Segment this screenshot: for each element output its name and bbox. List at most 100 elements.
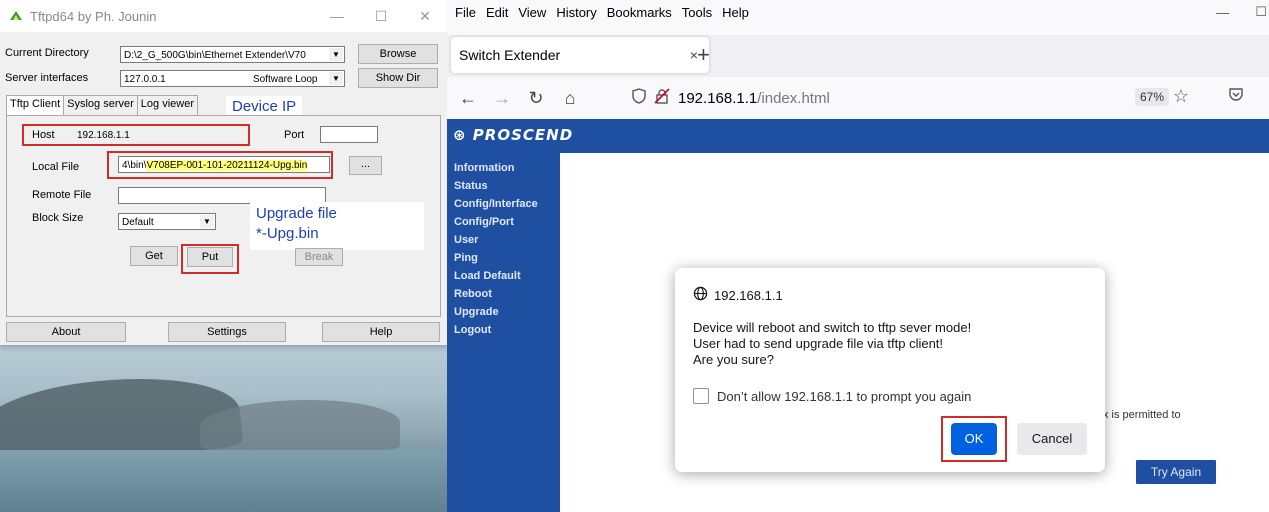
url-path: /index.html bbox=[757, 89, 830, 107]
remote-file-label: Remote File bbox=[32, 189, 92, 201]
dialog-origin: 192.168.1.1 bbox=[714, 287, 783, 303]
dialog-message-line: Device will reboot and switch to tftp se… bbox=[693, 320, 972, 335]
ok-button[interactable]: OK bbox=[951, 423, 997, 455]
nav-upgrade[interactable]: Upgrade bbox=[454, 303, 560, 321]
close-button[interactable]: ✕ bbox=[403, 8, 447, 25]
current-directory-select[interactable]: D:\2_G_500G\bin\Ethernet Extender\V70 ▼ bbox=[120, 46, 345, 63]
dont-allow-label: Don’t allow 192.168.1.1 to prompt you ag… bbox=[717, 388, 972, 404]
host-label: Host bbox=[32, 129, 55, 141]
tftp-title: Tftpd64 by Ph. Jounin bbox=[30, 8, 157, 24]
nav-config-port[interactable]: Config/Port bbox=[454, 213, 560, 231]
pocket-icon[interactable] bbox=[1228, 86, 1244, 107]
try-again-button[interactable]: Try Again bbox=[1136, 460, 1216, 484]
globe-icon bbox=[693, 286, 708, 304]
server-interfaces-value: 127.0.0.1 bbox=[124, 74, 166, 85]
nav-config-interface[interactable]: Config/Interface bbox=[454, 195, 560, 213]
block-size-value: Default bbox=[122, 217, 154, 228]
tftpd64-window: Tftpd64 by Ph. Jounin — ☐ ✕ Current Dire… bbox=[0, 0, 448, 345]
local-file-label: Local File bbox=[32, 161, 80, 173]
nav-user[interactable]: User bbox=[454, 231, 560, 249]
upgrade-file-annotation-line1: Upgrade file bbox=[256, 205, 337, 222]
reload-icon[interactable]: ↻ bbox=[519, 88, 553, 109]
proscend-logo: ⊛ PROSCEND bbox=[453, 126, 574, 144]
browser-minimize-button[interactable]: — bbox=[1216, 5, 1229, 20]
url-host: 192.168.1.1 bbox=[678, 89, 758, 107]
dont-allow-checkbox-row[interactable]: Don’t allow 192.168.1.1 to prompt you ag… bbox=[693, 388, 971, 404]
browser-maximize-button[interactable]: ☐ bbox=[1255, 4, 1267, 20]
home-icon[interactable]: ⌂ bbox=[553, 88, 587, 109]
dialog-message-line: User had to send upgrade file via tftp c… bbox=[693, 336, 944, 351]
wallpaper-rock bbox=[200, 400, 400, 450]
nav-load-default[interactable]: Load Default bbox=[454, 267, 560, 285]
shield-icon[interactable] bbox=[632, 88, 646, 108]
menu-tools[interactable]: Tools bbox=[682, 5, 712, 20]
new-tab-button[interactable]: + bbox=[697, 42, 710, 68]
tftp-tabs: Tftp Client Syslog server Log viewer bbox=[6, 95, 198, 115]
block-size-select[interactable]: Default ▼ bbox=[118, 213, 216, 230]
menu-view[interactable]: View bbox=[518, 5, 546, 20]
nav-reboot[interactable]: Reboot bbox=[454, 285, 560, 303]
nav-ping[interactable]: Ping bbox=[454, 249, 560, 267]
nav-information[interactable]: Information bbox=[454, 159, 560, 177]
host-input[interactable]: 192.168.1.1 bbox=[74, 127, 248, 144]
url-bar[interactable]: 192.168.1.1/index.html bbox=[632, 83, 1192, 113]
menu-help[interactable]: Help bbox=[722, 5, 749, 20]
current-directory-label: Current Directory bbox=[5, 47, 89, 59]
about-button[interactable]: About bbox=[6, 322, 126, 342]
zoom-indicator[interactable]: 67% bbox=[1134, 88, 1169, 106]
menu-history[interactable]: History bbox=[556, 5, 596, 20]
nav-status[interactable]: Status bbox=[454, 177, 560, 195]
tab-tftp-client[interactable]: Tftp Client bbox=[6, 95, 65, 115]
server-interfaces-note: Software Loop bbox=[253, 74, 318, 85]
tab-title: Switch Extender bbox=[459, 47, 561, 63]
break-button[interactable]: Break bbox=[295, 248, 343, 266]
port-input[interactable] bbox=[320, 126, 378, 143]
desktop-wallpaper bbox=[0, 340, 447, 512]
current-directory-value: D:\2_G_500G\bin\Ethernet Extender\V70 bbox=[124, 50, 306, 61]
get-button[interactable]: Get bbox=[130, 246, 178, 266]
help-button[interactable]: Help bbox=[322, 322, 440, 342]
browse-local-file-button[interactable]: ... bbox=[349, 156, 382, 175]
server-interfaces-select[interactable]: 127.0.0.1 Software Loop ▼ bbox=[120, 70, 345, 87]
firefox-window: File Edit View History Bookmarks Tools H… bbox=[447, 0, 1269, 512]
local-file-prefix: 4\bin\ bbox=[122, 160, 147, 171]
chevron-down-icon: ▼ bbox=[329, 48, 343, 61]
cancel-button[interactable]: Cancel bbox=[1017, 423, 1087, 455]
settings-button[interactable]: Settings bbox=[168, 322, 286, 342]
wallpaper-water bbox=[0, 450, 447, 512]
local-file-input[interactable]: 4\bin\V708EP-001-101-20211124-Upg.bin bbox=[118, 156, 330, 173]
block-size-label: Block Size bbox=[32, 212, 84, 224]
put-button[interactable]: Put bbox=[187, 247, 233, 267]
nav-logout[interactable]: Logout bbox=[454, 321, 560, 339]
tab-syslog-server[interactable]: Syslog server bbox=[63, 95, 138, 115]
browser-menubar: File Edit View History Bookmarks Tools H… bbox=[447, 0, 1269, 24]
bookmark-star-icon[interactable]: ☆ bbox=[1173, 86, 1189, 107]
maximize-button[interactable]: ☐ bbox=[359, 8, 403, 25]
upgrade-file-annotation: Upgrade file *-Upg.bin bbox=[250, 202, 424, 250]
device-ip-annotation: Device IP bbox=[226, 96, 303, 117]
site-sidebar: Information Status Config/Interface Conf… bbox=[447, 153, 560, 512]
browser-tabstrip: Switch Extender × + bbox=[447, 35, 1269, 77]
tab-log-viewer[interactable]: Log viewer bbox=[136, 95, 198, 115]
tftp-body: Current Directory D:\2_G_500G\bin\Ethern… bbox=[0, 32, 447, 345]
dialog-header: 192.168.1.1 bbox=[693, 286, 783, 304]
insecure-lock-icon[interactable] bbox=[654, 88, 670, 108]
show-dir-button[interactable]: Show Dir bbox=[358, 68, 438, 88]
site-header: ⊛ PROSCEND bbox=[447, 119, 1269, 153]
dialog-message-line: Are you sure? bbox=[693, 352, 774, 367]
dont-allow-checkbox[interactable] bbox=[693, 388, 709, 404]
navigation-toolbar: ← → ↻ ⌂ 192.168.1.1/index.html 67% ☆ bbox=[447, 77, 1269, 119]
menu-file[interactable]: File bbox=[455, 5, 476, 20]
chevron-down-icon: ▼ bbox=[329, 72, 343, 85]
upgrade-file-annotation-line2: *-Upg.bin bbox=[256, 225, 319, 242]
tab-switch-extender[interactable]: Switch Extender × bbox=[451, 37, 709, 73]
menu-bookmarks[interactable]: Bookmarks bbox=[607, 5, 672, 20]
browse-button[interactable]: Browse bbox=[358, 44, 438, 64]
logo-text: PROSCEND bbox=[472, 126, 574, 144]
dialog-message: Device will reboot and switch to tftp se… bbox=[693, 320, 971, 368]
forward-icon[interactable]: → bbox=[485, 88, 519, 109]
tftp-titlebar[interactable]: Tftpd64 by Ph. Jounin — ☐ ✕ bbox=[0, 0, 447, 32]
minimize-button[interactable]: — bbox=[315, 8, 359, 24]
menu-edit[interactable]: Edit bbox=[486, 5, 508, 20]
back-icon[interactable]: ← bbox=[451, 88, 485, 109]
